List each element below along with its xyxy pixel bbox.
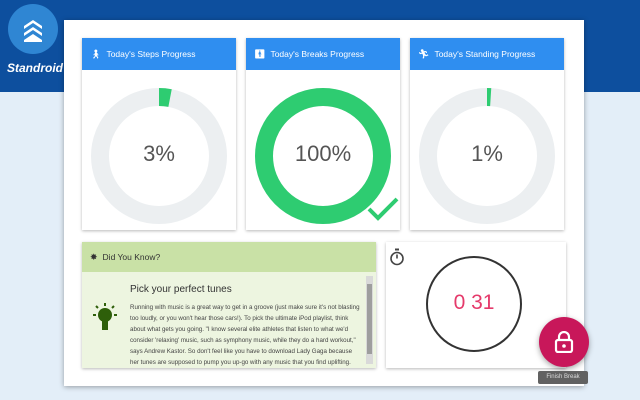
app-name: Standroid xyxy=(7,61,63,75)
walking-person-icon: 🚶︎ xyxy=(90,48,102,59)
steps-card-header: 🚶︎ Today's Steps Progress xyxy=(82,38,236,70)
timer-value: 0 31 xyxy=(453,291,495,314)
person-icon: 🚹︎ xyxy=(254,48,266,59)
lightbulb-icon xyxy=(93,303,117,330)
tip-content: Pick your perfect tunes Running with mus… xyxy=(82,272,376,368)
did-you-know-title: Did You Know? xyxy=(102,252,161,262)
tip-scrollbar-thumb[interactable] xyxy=(367,284,372,354)
bug-icon: ✸ xyxy=(90,251,98,262)
standing-progress-card: 🏃︎ Today's Standing Progress 1% xyxy=(410,38,564,230)
did-you-know-card: ✸ Did You Know? Pick your perfect tunes … xyxy=(82,242,376,368)
standroid-logo-icon xyxy=(8,4,58,54)
break-timer-card: 0 31 xyxy=(386,242,566,368)
standing-card-title: Today's Standing Progress xyxy=(434,49,536,59)
timer-circle: 0 31 xyxy=(426,256,522,352)
tip-text: Running with music is a great way to get… xyxy=(130,304,360,366)
steps-progress-card: 🚶︎ Today's Steps Progress 3% xyxy=(82,38,236,230)
tip-scrollbar[interactable] xyxy=(366,276,373,364)
standing-percent: 1% xyxy=(471,141,503,166)
standing-icon: 🏃︎ xyxy=(418,48,430,59)
steps-card-title: Today's Steps Progress xyxy=(106,49,196,59)
did-you-know-header: ✸ Did You Know? xyxy=(82,242,376,272)
lock-icon xyxy=(554,331,574,353)
finish-break-button[interactable] xyxy=(539,317,589,367)
breaks-progress-card: 🚹︎ Today's Breaks Progress 100% xyxy=(246,38,400,230)
stopwatch-icon xyxy=(390,248,404,266)
app-logo: Standroid xyxy=(4,2,63,88)
standing-card-header: 🏃︎ Today's Standing Progress xyxy=(410,38,564,70)
tip-title: Pick your perfect tunes xyxy=(130,284,232,295)
breaks-card-header: 🚹︎ Today's Breaks Progress xyxy=(246,38,400,70)
finish-break-tooltip: Finish Break xyxy=(538,371,588,384)
breaks-card-title: Today's Breaks Progress xyxy=(270,49,365,59)
checkmark-icon xyxy=(367,197,399,221)
breaks-percent: 100% xyxy=(294,141,352,166)
dashboard-panel: 🚶︎ Today's Steps Progress 3% 🚹︎ Today's … xyxy=(64,20,584,386)
steps-percent: 3% xyxy=(143,141,175,166)
